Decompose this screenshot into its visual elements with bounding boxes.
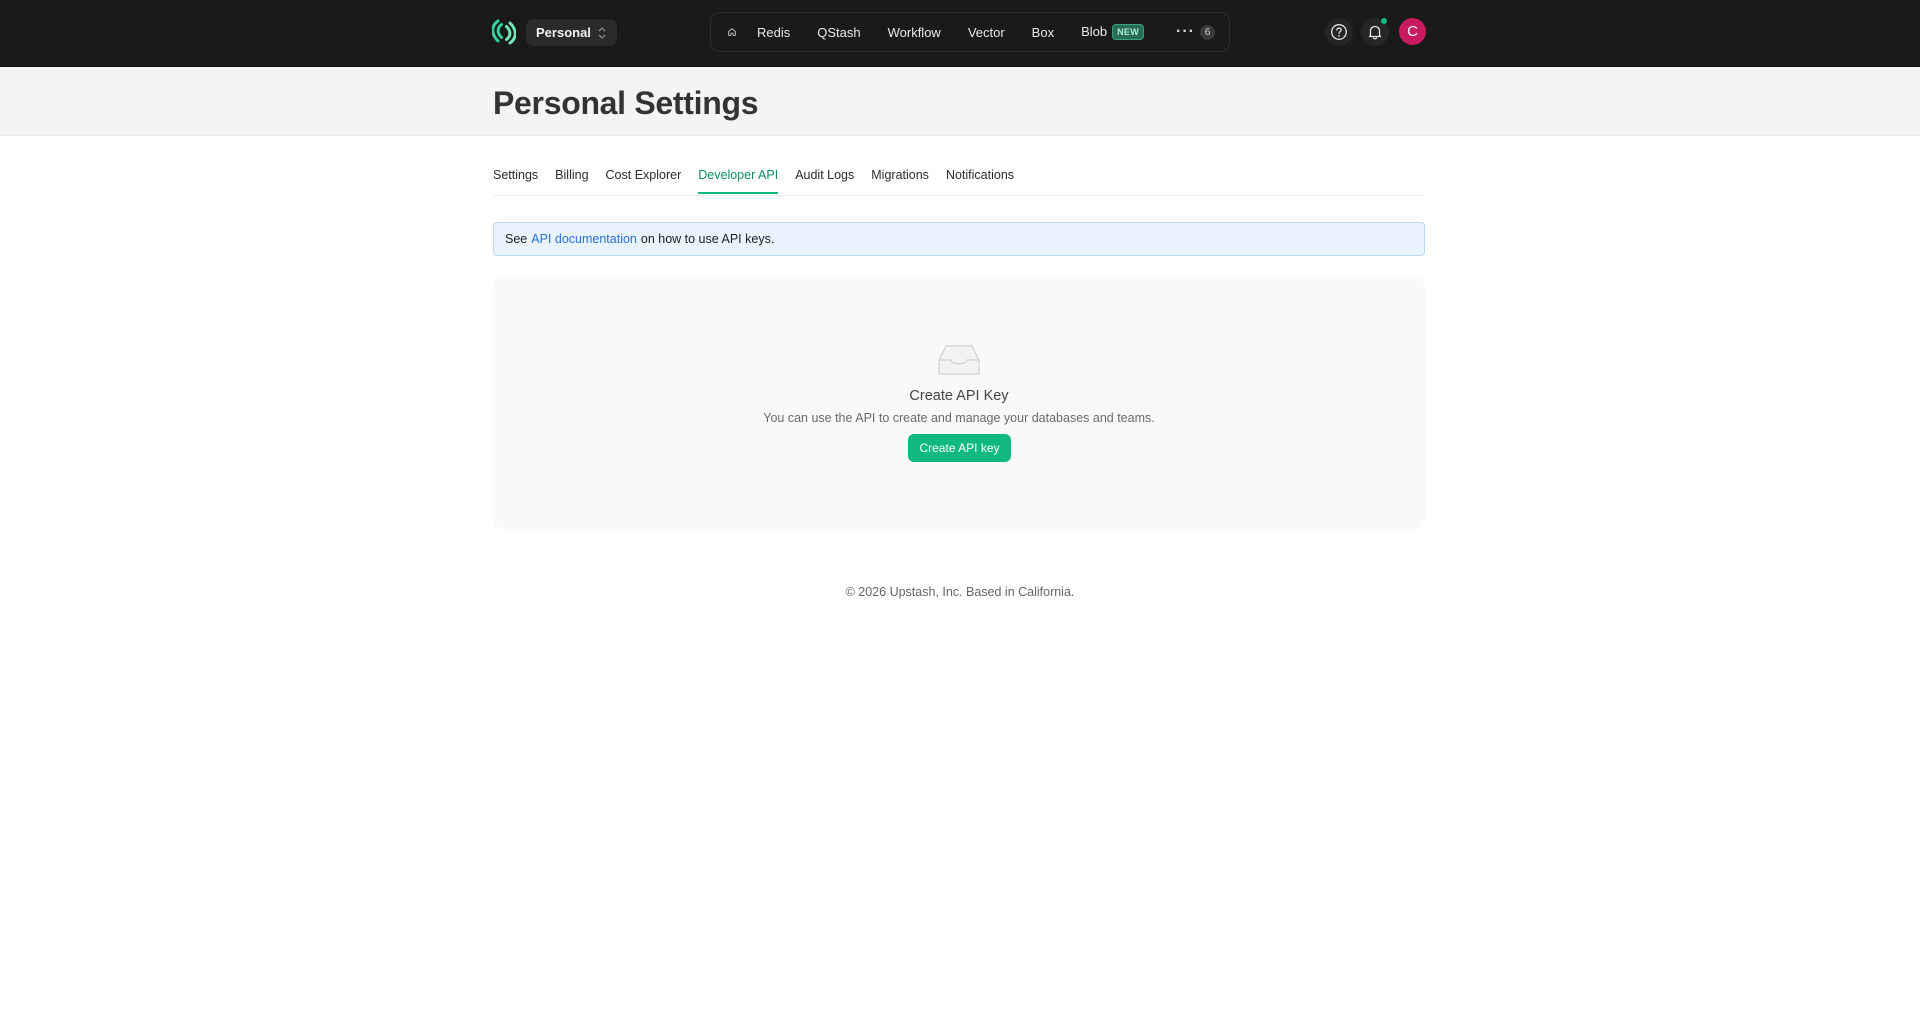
banner-suffix: on how to use API keys. [640,232,775,246]
nav-workflow[interactable]: Workflow [888,25,941,40]
tab-developer-api[interactable]: Developer API [698,168,779,194]
more-count-badge: 6 [1200,24,1215,40]
create-api-key-button[interactable]: Create API key [908,434,1011,462]
top-navigation-bar: Personal Redis QStash Workflow Vector Bo… [0,0,1920,67]
more-products-button[interactable]: ··· 6 [1176,23,1215,41]
empty-state-subtitle: You can use the API to create and manage… [763,411,1155,425]
banner-prefix: See [505,232,528,246]
help-icon [1331,24,1347,40]
nav-box[interactable]: Box [1032,25,1054,40]
home-icon[interactable] [727,23,737,41]
notification-indicator [1381,18,1387,24]
nav-vector[interactable]: Vector [968,25,1005,40]
api-documentation-link[interactable]: API documentation [531,232,637,246]
help-button[interactable] [1325,18,1353,46]
chevron-updown-icon [598,26,606,39]
new-badge: NEW [1112,24,1145,40]
settings-tabs: Settings Billing Cost Explorer Developer… [493,168,1425,196]
nav-redis[interactable]: Redis [757,25,790,40]
product-nav: Redis QStash Workflow Vector Box Blob NEW… [710,12,1230,52]
user-avatar[interactable]: C [1399,18,1426,45]
page-title: Personal Settings [493,85,759,121]
empty-state-title: Create API Key [909,388,1009,404]
workspace-switcher[interactable]: Personal [526,19,617,46]
page-header: Personal Settings [0,67,1920,136]
bell-icon [1368,25,1382,40]
notifications-button[interactable] [1361,18,1389,46]
more-dots-icon: ··· [1176,23,1195,40]
tab-migrations[interactable]: Migrations [871,168,929,194]
upstash-logo-icon[interactable] [492,17,516,47]
tab-cost-explorer[interactable]: Cost Explorer [606,168,682,194]
api-docs-banner: See API documentation on how to use API … [493,222,1425,256]
footer-copyright: © 2026 Upstash, Inc. Based in California… [845,585,1075,599]
tab-audit-logs[interactable]: Audit Logs [795,168,854,194]
inbox-icon [938,345,980,375]
workspace-name: Personal [536,25,591,40]
tab-billing[interactable]: Billing [555,168,588,194]
tab-notifications[interactable]: Notifications [946,168,1014,194]
nav-blob[interactable]: Blob NEW [1081,24,1145,40]
empty-state-card: Create API Key You can use the API to cr… [493,276,1425,529]
nav-qstash[interactable]: QStash [817,25,860,40]
nav-blob-label: Blob [1081,24,1108,39]
tab-settings[interactable]: Settings [493,168,538,194]
